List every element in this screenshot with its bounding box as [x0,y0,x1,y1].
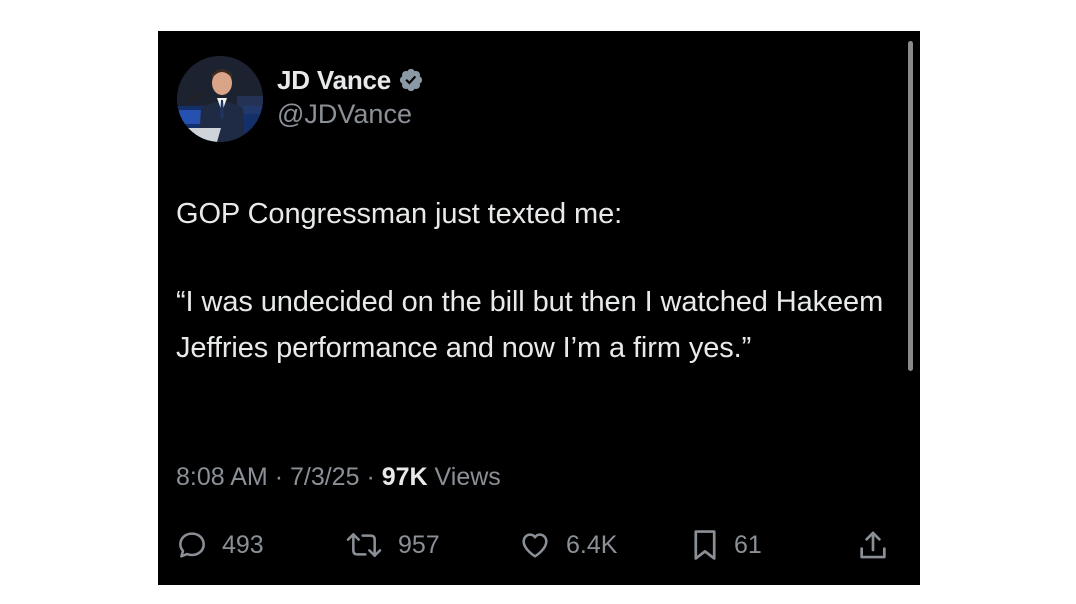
avatar-image [177,56,263,142]
meta-separator: · [274,463,284,491]
like-button[interactable]: 6.4K [518,525,617,565]
reply-count: 493 [222,530,264,559]
tweet-paragraph: “I was undecided on the bill but then I … [176,286,884,364]
meta-separator: · [366,463,375,491]
display-name[interactable]: JD Vance [277,65,391,96]
share-icon [860,531,886,559]
avatar[interactable] [177,56,263,142]
tweet-date[interactable]: 7/3/25 [290,463,360,491]
tweet-time[interactable]: 8:08 AM [176,463,268,491]
verified-badge-icon [399,68,423,92]
like-icon [522,533,548,558]
repost-icon [346,533,382,557]
action-bar: 493 957 6.4K 61 [176,525,896,565]
repost-button[interactable]: 957 [344,525,440,565]
repost-count: 957 [398,530,440,559]
scrollbar[interactable] [908,41,913,371]
views-count: 97K [381,463,428,491]
like-count: 6.4K [566,530,618,559]
reply-button[interactable]: 493 [176,525,264,565]
bookmark-icon [694,530,716,560]
tweet-text: GOP Congressman just texted me: “I was u… [176,191,906,371]
bookmark-count: 61 [734,530,762,559]
user-handle[interactable]: @JDVance [277,99,412,130]
reply-icon [179,532,205,558]
tweet-card: JD Vance @JDVance GOP Congressman just t… [158,31,920,585]
bookmark-button[interactable]: 61 [690,525,762,565]
share-button[interactable] [856,525,890,565]
tweet-meta: 8:08 AM · 7/3/25 · 97K Views [176,463,501,492]
views-label: Views [434,463,501,491]
tweet-paragraph: GOP Congressman just texted me: [176,198,623,230]
author-name-row[interactable]: JD Vance [277,63,424,97]
